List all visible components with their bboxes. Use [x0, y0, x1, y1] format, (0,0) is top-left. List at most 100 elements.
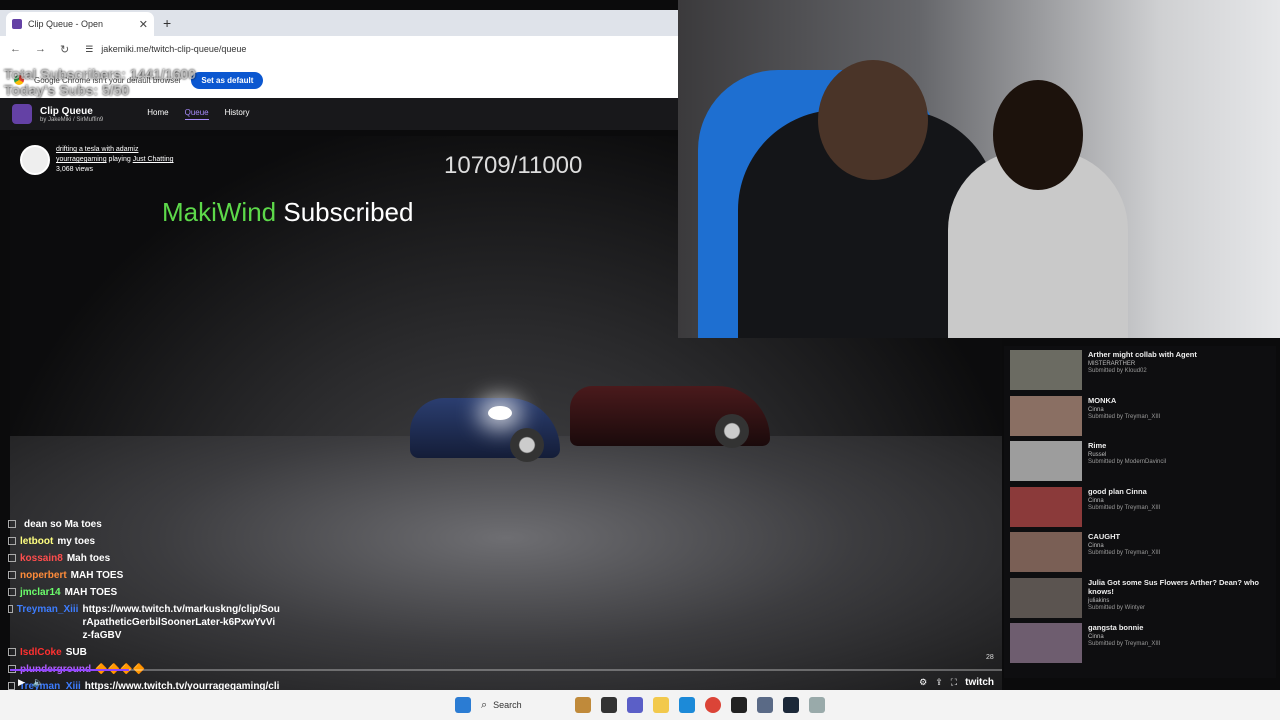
chrome-icon[interactable] — [705, 697, 721, 713]
streamer-head — [818, 60, 928, 180]
play-icon[interactable]: ▶ — [18, 677, 25, 688]
search-label: Search — [493, 700, 522, 710]
settings-gear-icon[interactable]: ⚙ — [919, 677, 927, 688]
chat-username[interactable]: noperbert — [20, 569, 67, 582]
queue-channel: Cinna — [1088, 543, 1104, 549]
queue-item[interactable]: good plan Cinna Cinna Submitted by Treyman… — [1004, 483, 1276, 529]
windows-start-icon[interactable] — [455, 697, 471, 713]
windows-taskbar: ⌕ Search — [0, 690, 1280, 720]
video-car-blue — [410, 398, 560, 462]
chat-badge-icon — [8, 537, 16, 545]
queue-title: CAUGHT — [1088, 532, 1121, 541]
clip-title-link[interactable]: drifting a tesla with adamiz — [56, 146, 138, 153]
headlight — [488, 406, 512, 420]
sub-alert-text: Subscribed — [283, 197, 414, 227]
browser-tab[interactable]: Clip Queue - Open ✕ — [6, 12, 154, 36]
player-progress-bar[interactable] — [10, 669, 1002, 671]
guest-head — [993, 80, 1083, 190]
task-view-icon[interactable] — [601, 697, 617, 713]
chat-message: letboot my toes — [0, 533, 280, 550]
set-default-button[interactable]: Set as default — [191, 71, 264, 89]
chat-username[interactable]: Treyman_Xiii — [17, 603, 79, 642]
chat-badge-icon — [8, 520, 16, 528]
chat-username[interactable]: letboot — [20, 535, 53, 548]
queue-thumbnail[interactable] — [1010, 577, 1082, 618]
new-tab-icon[interactable]: + — [163, 15, 171, 31]
queue-title: good plan Cinna — [1088, 486, 1147, 496]
chat-badge-icon — [8, 648, 16, 656]
nav-home[interactable]: Home — [147, 108, 168, 120]
twitch-logo[interactable]: twitch — [965, 677, 994, 688]
queue-meta: gangsta bonnie Cinna Submitted by Treyman_… — [1088, 623, 1160, 665]
url-field[interactable]: ☰ jakemiki.me/twitch-clip-queue/queue — [85, 44, 246, 55]
volume-icon[interactable]: 🔈 — [33, 677, 44, 688]
clip-queue-favicon-icon — [12, 19, 22, 29]
clip-info-text: drifting a tesla with adamiz yourragegam… — [56, 145, 174, 175]
edge-icon[interactable] — [679, 697, 695, 713]
clip-channel-link[interactable]: yourragegaming — [56, 156, 107, 163]
chat-username[interactable]: kossain8 — [20, 552, 63, 565]
chat-message: kossain8 Mah toes — [0, 550, 280, 567]
queue-item[interactable]: Rime Russel Submitted by ModernDavinciI — [1004, 437, 1276, 483]
chat-username[interactable]: jmclar14 — [20, 586, 61, 599]
guest — [948, 80, 1128, 338]
wheel — [715, 414, 749, 448]
nav-queue[interactable]: Queue — [184, 108, 209, 120]
widget-icon[interactable] — [575, 697, 591, 713]
reload-icon[interactable]: ↻ — [60, 43, 69, 56]
app-icon[interactable] — [809, 697, 825, 713]
channel-avatar[interactable] — [20, 145, 50, 175]
chat-icon[interactable] — [627, 697, 643, 713]
queue-thumbnail[interactable] — [1010, 441, 1082, 481]
playing-label: playing — [108, 156, 131, 163]
queue-thumbnail[interactable] — [1010, 486, 1082, 527]
player-progress-fill — [10, 669, 130, 671]
chat-message: IsdlCoke SUB — [0, 644, 280, 661]
queue-thumbnail[interactable] — [1010, 395, 1082, 436]
queue-item[interactable]: Arther might collab with Agent MISTERARTH… — [1004, 346, 1276, 392]
clip-queue-list: Arther might collab with Agent MISTERARTH… — [1004, 346, 1276, 678]
obs-icon[interactable] — [731, 697, 747, 713]
site-info-icon[interactable]: ☰ — [85, 44, 93, 55]
queue-submitter: Submitted by Treyman_XIII — [1088, 504, 1161, 511]
address-bar: ← → ↻ ☰ jakemiki.me/twitch-clip-queue/qu… — [0, 36, 678, 62]
chat-text: https://www.twitch.tv/markuskng/clip/Sou… — [82, 604, 280, 641]
queue-channel: Cinna — [1088, 406, 1104, 413]
queue-channel: Cinna — [1088, 634, 1104, 640]
settings-icon[interactable] — [757, 697, 773, 713]
queue-item[interactable]: Julia Got some Sus Flowers Arther? Dean?… — [1004, 574, 1276, 620]
queue-thumbnail[interactable] — [1010, 350, 1082, 390]
browser-titlebar: Clip Queue - Open ✕ + — [0, 10, 678, 36]
clip-queue-brand: Clip Queue by JakeMiki / SirMuffin9 — [40, 106, 103, 123]
forward-icon[interactable]: → — [35, 43, 46, 55]
nav-history[interactable]: History — [225, 108, 250, 120]
clip-queue-title: Clip Queue — [40, 105, 93, 117]
steam-icon[interactable] — [783, 697, 799, 713]
sub-goal-counter: 10709/11000 — [444, 152, 583, 179]
queue-thumbnail[interactable] — [1010, 532, 1082, 572]
clip-game-link[interactable]: Just Chatting — [133, 156, 174, 163]
queue-item[interactable]: gangsta bonnie Cinna Submitted by Treyman_… — [1004, 619, 1276, 665]
taskbar-search[interactable]: ⌕ Search — [481, 695, 565, 715]
chat-message: dean so Ma toes — [0, 516, 280, 533]
queue-submitter: Submitted by Wintyer — [1088, 604, 1146, 611]
fullscreen-icon[interactable]: ⛶ — [951, 677, 957, 688]
queue-channel: MISTERARTHER — [1088, 361, 1136, 367]
back-icon[interactable]: ← — [10, 43, 21, 55]
chat-text: SUB — [65, 647, 87, 658]
video-car-red — [570, 386, 770, 448]
queue-meta: Julia Got some Sus Flowers Arther? Dean?… — [1088, 578, 1270, 620]
chat-username[interactable]: IsdlCoke — [20, 646, 62, 659]
queue-submitter: Submitted by Treyman_XIII — [1088, 641, 1161, 647]
queue-item[interactable]: CAUGHT Cinna Submitted by Treyman_XIII — [1004, 528, 1276, 574]
queue-submitter: Submitted by Kloud02 — [1088, 368, 1147, 374]
file-explorer-icon[interactable] — [653, 697, 669, 713]
share-icon[interactable]: ⇪ — [935, 677, 943, 688]
tab-close-icon[interactable]: ✕ — [139, 18, 148, 31]
chat-overlay: dean so Ma toes letboot my toes kossain8 Mah… — [0, 516, 280, 705]
queue-thumbnail[interactable] — [1010, 623, 1082, 663]
subscriber-overlay: Total Subscribers: 1441/1600 Today's Sub… — [4, 66, 196, 98]
clip-queue-logo-icon[interactable] — [12, 104, 32, 124]
queue-submitter: Submitted by ModernDavinciI — [1088, 459, 1167, 465]
queue-item[interactable]: MONKA Cinna Submitted by Treyman_XIII — [1004, 392, 1276, 438]
